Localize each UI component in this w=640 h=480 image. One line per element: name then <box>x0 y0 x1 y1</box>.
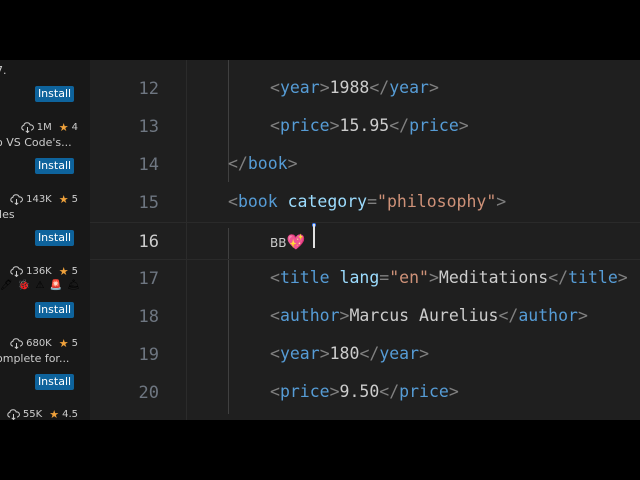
extension-badge-icons: 🖊 🐞 ⚠ 🚨 🛎 <box>0 280 81 291</box>
extension-item[interactable]: 55K ★ 4.5 <box>0 407 90 420</box>
code-text: <author>Marcus Aurelius</author> <box>270 306 588 325</box>
code-line[interactable]: 14 </book> <box>90 146 640 184</box>
line-number: 16 <box>138 232 159 252</box>
rating-value: 5 <box>71 193 78 205</box>
line-number: 12 <box>138 79 159 99</box>
code-text: BB💖 <box>270 232 305 251</box>
code-text: <title lang="en">Meditations</title> <box>270 268 628 287</box>
code-line[interactable]: 18 <author>Marcus Aurelius</author> <box>90 298 640 336</box>
typed-text: BB <box>270 236 287 250</box>
code-text: <year>180</year> <box>270 344 429 363</box>
install-button[interactable]: Install <box>35 86 74 102</box>
code-text: <price>9.50</price> <box>270 382 459 401</box>
code-text: <price>15.95</price> <box>270 116 469 135</box>
download-count: 136K <box>26 265 52 277</box>
extension-stats: 1M ★ 4 <box>21 120 78 134</box>
code-line[interactable]: 17 <title lang="en">Meditations</title> <box>90 260 640 298</box>
rating-value: 5 <box>71 265 78 277</box>
code-line[interactable]: 19 <year>180</year> <box>90 336 640 374</box>
rating-value: 4 <box>71 121 78 133</box>
install-button[interactable]: Install <box>35 230 74 246</box>
vscode-window: 7. Install 1M ★ 4 o VS Code's... Install… <box>0 60 640 420</box>
star-icon: ★ <box>49 407 60 421</box>
code-editor[interactable]: 12 <year>1988</year> 13 <price>15.95</pr… <box>90 60 640 420</box>
install-button[interactable]: Install <box>35 374 74 390</box>
extension-item[interactable]: 136K ★ 5 🖊 🐞 ⚠ 🚨 🛎 Install <box>0 264 90 336</box>
cloud-download-icon <box>7 408 20 420</box>
line-number: 17 <box>138 269 159 289</box>
line-number: 13 <box>138 117 159 137</box>
extension-description: o VS Code's... <box>0 136 72 149</box>
extension-description: omplete for... <box>0 352 70 365</box>
cloud-download-icon <box>21 121 34 133</box>
download-count: 1M <box>36 121 52 133</box>
extension-description: 7. <box>0 64 7 77</box>
code-text: <year>1988</year> <box>270 78 439 97</box>
sparkling-heart-emoji: 💖 <box>286 233 306 251</box>
star-icon: ★ <box>58 336 69 350</box>
extension-item[interactable]: 680K ★ 5 omplete for... Install <box>0 336 90 408</box>
code-line[interactable]: 15 <book category="philosophy"> <box>90 184 640 222</box>
extension-stats: 55K ★ 4.5 <box>7 407 78 420</box>
code-line[interactable]: 20 <price>9.50</price> <box>90 374 640 412</box>
extension-stats: 143K ★ 5 <box>10 192 78 206</box>
install-button[interactable]: Install <box>35 158 74 174</box>
code-line[interactable]: 12 <year>1988</year> <box>90 70 640 108</box>
line-number: 14 <box>138 155 159 175</box>
extension-stats: 680K ★ 5 <box>10 336 78 350</box>
code-text: </book> <box>228 154 298 173</box>
rating-value: 4.5 <box>62 408 78 420</box>
extension-stats: 136K ★ 5 <box>10 264 78 278</box>
cloud-download-icon <box>10 337 24 349</box>
extension-item[interactable]: 1M ★ 4 o VS Code's... Install <box>0 120 90 192</box>
line-number: 19 <box>138 345 159 365</box>
code-line[interactable]: 13 <price>15.95</price> <box>90 108 640 146</box>
star-icon: ★ <box>58 192 69 206</box>
line-number: 15 <box>138 193 159 213</box>
code-text: <book category="philosophy"> <box>228 192 507 211</box>
code-line-current[interactable]: 16 BB💖 <box>90 222 640 260</box>
line-number: 18 <box>138 307 159 327</box>
star-icon: ★ <box>58 264 69 278</box>
star-icon: ★ <box>58 120 69 134</box>
install-button[interactable]: Install <box>35 302 74 318</box>
download-count: 55K <box>22 408 43 420</box>
cloud-download-icon <box>10 265 24 277</box>
line-number: 20 <box>138 383 159 403</box>
extension-item[interactable]: 143K ★ 5 iles Install <box>0 192 90 264</box>
download-count: 143K <box>26 193 52 205</box>
download-count: 680K <box>26 337 52 349</box>
text-cursor <box>313 224 315 248</box>
extension-description: iles <box>0 208 15 221</box>
extensions-sidebar: 7. Install 1M ★ 4 o VS Code's... Install… <box>0 60 90 420</box>
rating-value: 5 <box>71 337 78 349</box>
cloud-download-icon <box>10 193 24 205</box>
